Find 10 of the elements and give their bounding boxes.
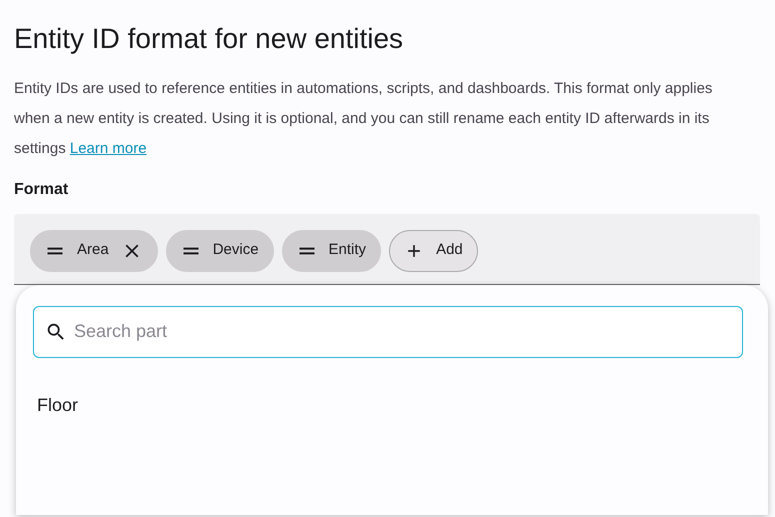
search-field[interactable]: Search part — [33, 306, 743, 358]
description-text: Entity IDs are used to reference entities in automations, scripts, and dashboards. This format only applies when a new entity is created. Using it is optional, and you can still rename each entity ID afterwards in its settings Learn more — [14, 78, 714, 159]
format-label: Format — [14, 180, 70, 200]
dropdown-option[interactable]: Floor — [33, 392, 751, 419]
part-chip[interactable]: Device — [166, 230, 274, 272]
page-title: Entity ID format for new entities — [14, 22, 404, 56]
add-button[interactable]: Add — [389, 230, 478, 272]
part-chip[interactable]: Entity — [282, 230, 382, 272]
learn-more-link[interactable]: Learn more — [70, 140, 147, 157]
part-chip[interactable]: Area — [30, 230, 158, 272]
